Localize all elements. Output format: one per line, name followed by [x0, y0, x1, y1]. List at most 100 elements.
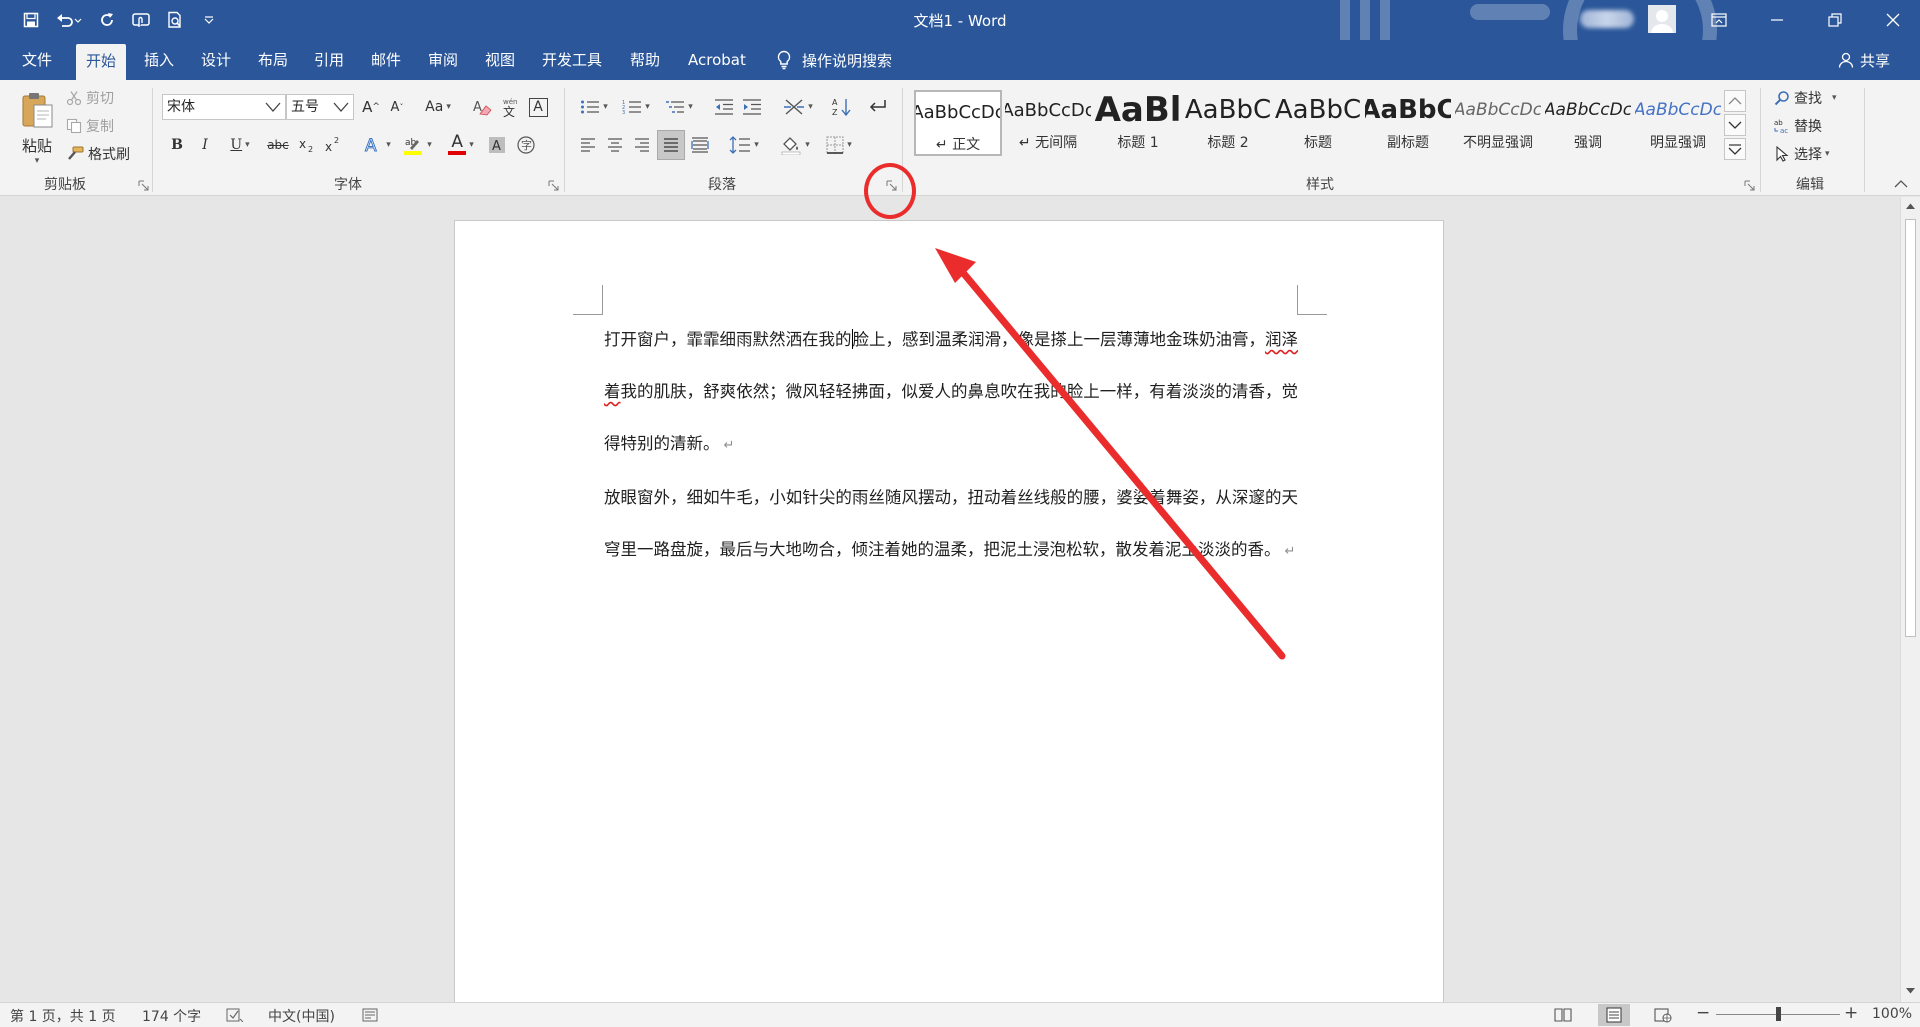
increase-indent-button[interactable] — [740, 94, 764, 120]
save-button[interactable] — [14, 6, 48, 34]
close-button[interactable] — [1864, 0, 1920, 40]
document-paragraph[interactable]: 打开窗户，霏霏细雨默然洒在我的脸上，感到温柔润滑，像是搽上一层薄薄地金珠奶油膏，… — [604, 314, 1298, 472]
tab-layout[interactable]: 布局 — [248, 40, 298, 80]
tab-acrobat[interactable]: Acrobat — [678, 40, 756, 80]
zoom-level[interactable]: 100% — [1872, 1006, 1912, 1022]
text-effects-button[interactable]: A ▾ — [360, 132, 394, 158]
tab-design[interactable]: 设计 — [191, 40, 241, 80]
character-shading-button[interactable]: A — [486, 132, 508, 158]
align-left-button[interactable] — [576, 132, 600, 158]
change-case-button[interactable]: Aa ▾ — [420, 94, 456, 120]
print-preview-button[interactable] — [158, 6, 192, 34]
tab-review[interactable]: 审阅 — [418, 40, 468, 80]
clipboard-dialog-launcher-icon[interactable] — [138, 180, 150, 192]
tab-insert[interactable]: 插入 — [134, 40, 184, 80]
decrease-indent-button[interactable] — [712, 94, 736, 120]
tab-view[interactable]: 视图 — [475, 40, 525, 80]
undo-button[interactable] — [48, 6, 90, 34]
touch-mode-button[interactable] — [124, 6, 158, 34]
style-title[interactable]: AaBbC 标题 — [1274, 90, 1362, 156]
sort-button[interactable]: AZ — [830, 94, 854, 120]
chinese-layout-button[interactable]: ▾ — [778, 94, 818, 120]
user-name[interactable] — [1580, 10, 1634, 28]
collapse-ribbon-button[interactable] — [1890, 176, 1912, 192]
share-button[interactable]: 共享 — [1838, 40, 1890, 80]
replace-button[interactable]: ab ac 替换 — [1774, 114, 1822, 138]
character-border-button[interactable]: A — [526, 94, 550, 120]
zoom-slider-thumb[interactable] — [1775, 1007, 1781, 1021]
italic-button[interactable]: I — [194, 132, 216, 158]
scrollbar-thumb[interactable] — [1905, 219, 1916, 637]
style-subtitle[interactable]: AaBbC 副标题 — [1364, 90, 1452, 156]
tab-help[interactable]: 帮助 — [620, 40, 670, 80]
tab-mailings[interactable]: 邮件 — [361, 40, 411, 80]
zoom-in-button[interactable]: + — [1844, 1003, 1858, 1023]
style-heading-1[interactable]: AaBl 标题 1 — [1094, 90, 1182, 156]
format-painter-button[interactable]: 格式刷 — [66, 142, 130, 166]
style-intense-emphasis[interactable]: AaBbCcDc 明显强调 — [1634, 90, 1722, 156]
shrink-font-button[interactable]: Aˇ — [386, 94, 408, 120]
copy-button[interactable]: 复制 — [66, 114, 114, 138]
paste-button[interactable]: 粘贴 ▾ — [14, 86, 60, 170]
print-layout-view-button[interactable] — [1598, 1004, 1630, 1026]
styles-dialog-launcher-icon[interactable] — [1744, 180, 1756, 192]
proofing-icon[interactable] — [226, 1008, 244, 1022]
strikethrough-button[interactable]: abc — [264, 132, 292, 158]
align-right-button[interactable] — [630, 132, 654, 158]
style-normal[interactable]: AaBbCcDc ↵ 正文 — [914, 90, 1002, 156]
styles-more-button[interactable] — [1724, 138, 1746, 160]
macro-recording-icon[interactable] — [362, 1008, 378, 1022]
font-size-combo[interactable]: 五号 — [286, 94, 354, 120]
tab-developer[interactable]: 开发工具 — [532, 40, 612, 80]
redo-button[interactable] — [90, 6, 124, 34]
distributed-button[interactable] — [688, 132, 712, 158]
underline-button[interactable]: U ▾ — [222, 132, 258, 158]
show-hide-marks-button[interactable] — [866, 94, 890, 120]
select-button[interactable]: 选择 ▾ — [1774, 142, 1830, 166]
user-avatar[interactable] — [1648, 5, 1676, 33]
borders-button[interactable]: ▾ — [820, 132, 858, 158]
clear-formatting-button[interactable]: A — [470, 94, 494, 120]
restore-button[interactable] — [1806, 0, 1864, 40]
bold-button[interactable]: B — [166, 132, 188, 158]
shading-button[interactable]: ▾ — [776, 132, 814, 158]
phonetic-guide-button[interactable]: wén 文 — [498, 94, 522, 120]
font-name-combo[interactable]: 宋体 — [162, 94, 286, 120]
styles-scroll-down-button[interactable] — [1724, 114, 1746, 136]
superscript-button[interactable]: x2 — [322, 132, 344, 158]
customize-qat-button[interactable] — [192, 6, 226, 34]
font-color-button[interactable]: A ▾ — [442, 132, 480, 158]
read-mode-icon[interactable] — [1554, 1007, 1572, 1023]
page-count-status[interactable]: 第 1 页，共 1 页 — [10, 1006, 116, 1026]
find-button[interactable]: 查找 ▾ — [1774, 86, 1837, 110]
bullets-button[interactable]: ▾ — [576, 94, 612, 120]
tell-me-search[interactable]: 操作说明搜索 — [776, 40, 892, 80]
styles-scroll-up-button[interactable] — [1724, 90, 1746, 112]
grow-font-button[interactable]: A ^ — [360, 94, 382, 120]
font-dialog-launcher-icon[interactable] — [548, 180, 560, 192]
line-spacing-button[interactable]: ▾ — [724, 132, 764, 158]
highlight-button[interactable]: ab ▾ — [398, 132, 436, 158]
tab-references[interactable]: 引用 — [304, 40, 354, 80]
style-subtle-emphasis[interactable]: AaBbCcDc 不明显强调 — [1454, 90, 1542, 156]
word-count-status[interactable]: 174 个字 — [142, 1006, 201, 1026]
numbering-button[interactable]: 123 ▾ — [618, 94, 654, 120]
enclose-characters-button[interactable]: 字 — [514, 132, 538, 158]
scroll-down-icon[interactable] — [1905, 987, 1916, 995]
style-no-spacing[interactable]: AaBbCcDc ↵ 无间隔 — [1004, 90, 1092, 156]
document-body[interactable]: 打开窗户，霏霏细雨默然洒在我的脸上，感到温柔润滑，像是搽上一层薄薄地金珠奶油膏，… — [604, 314, 1298, 578]
zoom-out-button[interactable]: − — [1696, 1003, 1710, 1023]
language-status[interactable]: 中文(中国) — [268, 1006, 335, 1026]
subscript-button[interactable]: x2 — [296, 132, 318, 158]
style-emphasis[interactable]: AaBbCcDc 强调 — [1544, 90, 1632, 156]
cut-button[interactable]: 剪切 — [66, 86, 114, 110]
tab-file[interactable]: 文件 — [12, 40, 62, 80]
vertical-scrollbar[interactable] — [1900, 197, 1920, 1002]
align-center-button[interactable] — [603, 132, 627, 158]
style-heading-2[interactable]: AaBbC 标题 2 — [1184, 90, 1272, 156]
document-page[interactable]: 打开窗户，霏霏细雨默然洒在我的脸上，感到温柔润滑，像是搽上一层薄薄地金珠奶油膏，… — [454, 220, 1444, 1002]
scroll-up-icon[interactable] — [1905, 202, 1916, 210]
web-layout-icon[interactable] — [1654, 1007, 1672, 1023]
justify-button[interactable] — [657, 130, 685, 160]
multilevel-list-button[interactable]: ▾ — [660, 94, 698, 120]
